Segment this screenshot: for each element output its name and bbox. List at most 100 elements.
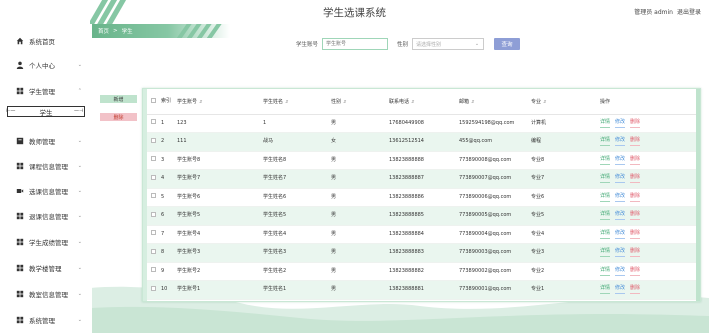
edit-button[interactable]: 修改 (615, 137, 626, 147)
sidebar-item-label: 系统管理 (29, 317, 55, 325)
sidebar-item-withdraw[interactable]: 退课信息管理 ⌄ (0, 209, 92, 223)
sidebar-item-label: 教室信息管理 (29, 291, 68, 299)
table-row: 7 学生账号4 学生姓名4 男 13823888884 773890004@qq.com 专… (143, 225, 700, 244)
sort-icon[interactable]: ⇵ (343, 99, 346, 104)
add-button[interactable]: 新增 (100, 95, 137, 103)
sort-icon[interactable]: ⇵ (285, 99, 288, 104)
breadcrumb-separator: > (113, 28, 118, 34)
detail-button[interactable]: 详情 (600, 119, 611, 128)
delete-button[interactable]: 删除 (630, 137, 641, 147)
column-header-account[interactable]: 学生账号 ⇵ (175, 89, 261, 115)
column-header-gender[interactable]: 性别 ⇵ (329, 89, 387, 115)
sidebar-item-grades[interactable]: 学生成绩管理 ⌄ (0, 235, 92, 249)
gender-select[interactable]: 请选择性别 ⌄ (412, 38, 485, 50)
user-label: 管理员 admin (634, 9, 673, 16)
logout-link[interactable]: 退出登录 (677, 7, 701, 16)
edit-button[interactable]: 修改 (615, 174, 626, 184)
cell-account: 学生账号8 (175, 151, 261, 170)
edit-button[interactable]: 修改 (615, 285, 626, 295)
cell-account: 学生账号2 (175, 262, 261, 281)
sidebar-item-teachers[interactable]: 教师管理 ⌄ (0, 134, 92, 148)
cell-index: 2 (157, 132, 175, 152)
cell-major: 编程 (529, 132, 598, 152)
cell-account: 111 (175, 132, 261, 152)
cell-index: 6 (157, 206, 175, 226)
row-checkbox[interactable] (151, 174, 156, 180)
edit-button[interactable]: 修改 (615, 119, 626, 128)
sidebar-item-students[interactable]: 学生管理 ⌃ (0, 84, 92, 98)
sidebar-item-home[interactable]: 系统首页 (0, 34, 92, 48)
cell-actions: 详情 修改 删除 (598, 114, 700, 133)
grid-icon (16, 264, 24, 272)
detail-button[interactable]: 详情 (600, 174, 611, 184)
sort-icon[interactable]: ⇵ (411, 99, 414, 104)
detail-button[interactable]: 详情 (600, 267, 611, 276)
table-row: 1 123 1 男 17680449908 1592594198@qq.com 计算机 详情修… (143, 114, 700, 133)
sidebar-item-selection[interactable]: 选课信息管理 ⌄ (0, 184, 92, 198)
delete-button[interactable]: 删除 (630, 156, 641, 165)
gender-label: 性别 (397, 42, 409, 48)
user-icon (16, 61, 24, 69)
row-checkbox[interactable] (151, 156, 156, 162)
row-checkbox[interactable] (151, 211, 156, 217)
edit-button[interactable]: 修改 (615, 248, 626, 258)
sidebar-item-profile[interactable]: 个人中心 ⌄ (0, 58, 92, 72)
detail-button[interactable]: 详情 (600, 156, 611, 165)
detail-button[interactable]: 详情 (600, 285, 611, 295)
sidebar-item-classrooms[interactable]: 教室信息管理 ⌄ (0, 287, 92, 301)
cell-gender: 男 (329, 114, 387, 133)
select-all-checkbox[interactable] (151, 97, 156, 103)
detail-button[interactable]: 详情 (600, 193, 611, 202)
cell-email: 773890008@qq.com (457, 151, 529, 170)
column-header-phone[interactable]: 联系电话 ⇵ (387, 89, 457, 115)
edit-button[interactable]: 修改 (615, 193, 626, 202)
cell-index: 3 (157, 151, 175, 170)
sidebar-item-system[interactable]: 系统管理 ⌄ (0, 313, 92, 327)
delete-button[interactable]: 删除 (630, 211, 641, 221)
book-icon (16, 137, 24, 145)
breadcrumb-home[interactable]: 首页 (98, 27, 109, 35)
sort-icon[interactable]: ⇵ (199, 99, 202, 104)
cell-name: 学生姓名5 (261, 206, 329, 226)
row-checkbox[interactable] (151, 119, 156, 125)
row-checkbox[interactable] (151, 230, 156, 236)
delete-button[interactable]: 删除 (630, 193, 641, 202)
submenu-item-label: 学生 (39, 108, 53, 117)
delete-button[interactable]: 删除 (630, 267, 641, 276)
detail-button[interactable]: 详情 (600, 211, 611, 221)
sidebar-item-label: 退课信息管理 (29, 213, 68, 221)
column-header-major[interactable]: 专业 ⇵ (529, 89, 598, 115)
row-checkbox[interactable] (151, 137, 156, 143)
cell-email: 773890002@qq.com (457, 262, 529, 281)
edit-button[interactable]: 修改 (615, 230, 626, 239)
cell-phone: 13823888886 (387, 188, 457, 207)
detail-button[interactable]: 详情 (600, 230, 611, 239)
edit-button[interactable]: 修改 (615, 156, 626, 165)
delete-button[interactable]: 删除 (630, 119, 641, 128)
edit-button[interactable]: 修改 (615, 211, 626, 221)
cell-actions: 详情 修改 删除 (598, 132, 700, 152)
edit-button[interactable]: 修改 (615, 267, 626, 276)
table-row: 3 学生账号8 学生姓名8 男 13823888888 773890008@qq.com 专… (143, 151, 700, 170)
row-checkbox[interactable] (151, 193, 156, 199)
delete-button[interactable]: 删除 (630, 248, 641, 258)
row-checkbox[interactable] (151, 285, 156, 291)
detail-button[interactable]: 详情 (600, 248, 611, 258)
search-button[interactable]: 查询 (494, 38, 521, 50)
sidebar-item-courses[interactable]: 课程信息管理 ⌄ (0, 159, 92, 173)
row-checkbox[interactable] (151, 248, 156, 254)
batch-delete-button[interactable]: 删除 (100, 113, 137, 121)
grid-icon (16, 212, 24, 220)
cell-email: 773890004@qq.com (457, 225, 529, 244)
sort-icon[interactable]: ⇵ (543, 99, 546, 104)
column-header-email[interactable]: 邮箱 ⇵ (457, 89, 529, 115)
delete-button[interactable]: 删除 (630, 174, 641, 184)
delete-button[interactable]: 删除 (630, 285, 641, 295)
sort-icon[interactable]: ⇵ (471, 99, 474, 104)
delete-button[interactable]: 删除 (630, 230, 641, 239)
column-header-name[interactable]: 学生姓名 ⇵ (261, 89, 329, 115)
sidebar-item-buildings[interactable]: 教学楼管理 ⌄ (0, 261, 92, 275)
account-search-input[interactable] (322, 38, 389, 50)
row-checkbox[interactable] (151, 267, 156, 273)
detail-button[interactable]: 详情 (600, 137, 611, 147)
